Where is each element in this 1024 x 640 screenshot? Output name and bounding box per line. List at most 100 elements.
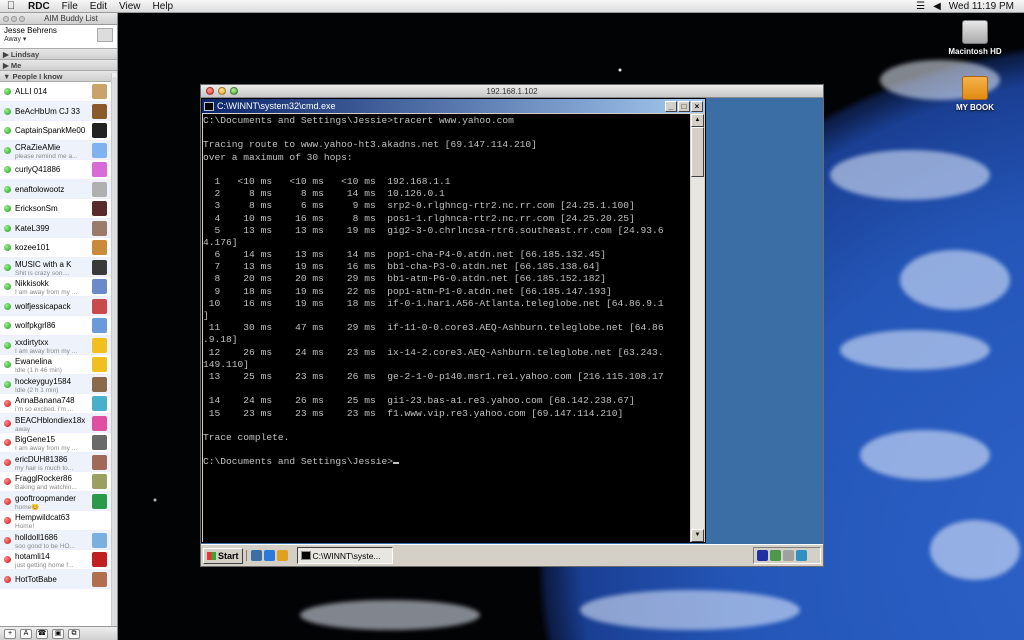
buddy-row[interactable]: BeAcHbUm CJ 33 bbox=[0, 101, 117, 121]
my-status[interactable]: Jesse Behrens Away ▾ bbox=[0, 25, 117, 49]
desktop-icon[interactable] bbox=[250, 550, 262, 561]
wifi-icon[interactable]: ☰ bbox=[916, 1, 925, 12]
console-line: 10 16 ms 19 ms 18 ms if-0-1.har1.A56-Atl… bbox=[203, 297, 664, 309]
buddy-name: CaptainSpankMe00 bbox=[15, 126, 86, 135]
buddy-row[interactable]: xxdirtytxx I am away from my ... bbox=[0, 335, 117, 355]
cmd-minimize-button[interactable]: _ bbox=[665, 100, 677, 112]
zoom-button[interactable] bbox=[230, 87, 238, 95]
menubar-clock[interactable]: Wed 11:19 PM bbox=[949, 1, 1014, 12]
buddy-avatar bbox=[92, 357, 107, 372]
group-lindsay[interactable]: ▶ Lindsay bbox=[0, 49, 117, 60]
buddy-row[interactable]: gooftroopmander home😊 bbox=[0, 491, 117, 511]
menu-edit[interactable]: Edit bbox=[84, 1, 113, 12]
cmd-icon[interactable] bbox=[204, 101, 214, 111]
presence-icon bbox=[4, 244, 11, 251]
buddy-row[interactable]: hotamli14 just getting home f... bbox=[0, 550, 117, 570]
buddy-name: ericDUH81386 bbox=[15, 454, 68, 464]
buddy-row[interactable]: CaptainSpankMe00 bbox=[0, 121, 117, 141]
buddy-name: MUSIC with a K bbox=[15, 259, 72, 269]
buddy-name: ALLI 014 bbox=[15, 87, 48, 96]
buddy-row[interactable]: enaftolowootz bbox=[0, 179, 117, 199]
buddy-row[interactable]: curlyQ41886 bbox=[0, 160, 117, 180]
console-scrollbar[interactable]: ▲ ▼ bbox=[691, 114, 704, 542]
cmd-restore-button[interactable]: □ bbox=[678, 100, 690, 112]
scroll-thumb[interactable] bbox=[691, 127, 704, 177]
messenger-icon[interactable] bbox=[796, 550, 807, 561]
console-line: Tracing route to www.yahoo-ht3.akadns.ne… bbox=[203, 139, 537, 151]
buddy-row[interactable]: BEACHblondiex18x away bbox=[0, 413, 117, 433]
buddy-avatar bbox=[92, 571, 107, 587]
buddy-icon[interactable] bbox=[97, 28, 113, 42]
add-buddy-button[interactable]: + bbox=[4, 629, 16, 639]
buddy-row[interactable]: CRaZieAMie please remind me a... bbox=[0, 140, 117, 160]
console-line: 4 10 ms 16 ms 8 ms pos1-1.rlghnca-rtr2.n… bbox=[203, 212, 635, 224]
buddy-row[interactable]: hockeyguy1584 Idle (2 h 1 min) bbox=[0, 374, 117, 394]
buddy-row[interactable]: kozee101 bbox=[0, 238, 117, 258]
buddy-row[interactable]: ericDUH81386 my hair is much to... bbox=[0, 452, 117, 472]
buddy-row[interactable]: MUSIC with a K Shit is crazy son.... bbox=[0, 257, 117, 277]
presence-icon bbox=[4, 166, 11, 173]
buddy-row[interactable]: KateL399 bbox=[0, 218, 117, 238]
buddy-list-titlebar[interactable]: AIM Buddy List bbox=[0, 13, 117, 25]
outlook-icon[interactable] bbox=[276, 550, 288, 561]
talk-button[interactable]: ☎ bbox=[36, 629, 48, 639]
group-me[interactable]: ▶ Me bbox=[0, 60, 117, 71]
rdc-titlebar[interactable]: 192.168.1.102 bbox=[201, 85, 823, 98]
console-output[interactable]: C:\Documents and Settings\Jessie>tracert… bbox=[203, 114, 690, 542]
presence-icon bbox=[4, 302, 11, 310]
buddy-name: FragglRocker86 bbox=[15, 474, 72, 483]
console-line: 4.176] bbox=[203, 236, 238, 248]
volume-icon[interactable]: ◀ bbox=[933, 1, 941, 12]
group-people-i-know[interactable]: ▼ People I know bbox=[0, 71, 117, 82]
scroll-down-arrow-icon[interactable]: ▼ bbox=[691, 529, 704, 542]
buddy-list-scrollbar[interactable] bbox=[111, 73, 117, 628]
console-line: 6 14 ms 13 ms 14 ms pop1-cha-P4-0.atdn.n… bbox=[203, 249, 607, 261]
im-button[interactable]: A bbox=[20, 629, 32, 639]
internet-explorer-icon[interactable] bbox=[263, 550, 275, 561]
taskbar-cmd-button[interactable]: C:\WINNT\syste... bbox=[296, 547, 393, 564]
buddy-name: Nikkisokk bbox=[15, 279, 49, 288]
scroll-up-arrow-icon[interactable]: ▲ bbox=[691, 114, 704, 127]
buddy-row[interactable]: BigGene15 I am away from my ... bbox=[0, 433, 117, 453]
buddy-row[interactable]: Ewanelina Idle (1 h 46 min) bbox=[0, 355, 117, 375]
cmd-titlebar[interactable]: C:\WINNT\system32\cmd.exe _ □ × bbox=[202, 99, 705, 113]
console-line: 12 26 ms 24 ms 23 ms ix-14-2.core3.AEQ-A… bbox=[203, 346, 664, 358]
buddy-row[interactable]: AnnaBanana748 i'm so excited. i'm ... bbox=[0, 394, 117, 414]
media-player-icon[interactable] bbox=[757, 550, 768, 561]
minimize-button[interactable] bbox=[218, 87, 226, 95]
close-button[interactable] bbox=[206, 87, 214, 95]
network-icon[interactable] bbox=[770, 550, 781, 561]
buddy-avatar bbox=[92, 318, 107, 333]
rdc-window-title: 192.168.1.102 bbox=[486, 87, 538, 96]
buddy-row[interactable]: Nikkisokk I am away from my ... bbox=[0, 277, 117, 297]
buddy-row[interactable]: FragglRocker86 Baking and watchin... bbox=[0, 472, 117, 492]
hard-drive-icon[interactable]: Macintosh HD bbox=[940, 20, 1010, 56]
menu-rdc[interactable]: RDC bbox=[22, 1, 56, 12]
menu-file[interactable]: File bbox=[56, 1, 84, 12]
buddy-row[interactable]: ALLI 014 bbox=[0, 82, 117, 102]
buddy-row[interactable]: HotTotBabe bbox=[0, 569, 117, 589]
apple-icon[interactable]:  bbox=[0, 0, 22, 12]
buddy-row[interactable]: Hempwildcat63 Home! bbox=[0, 511, 117, 531]
buddy-row[interactable]: wolfjessicapack bbox=[0, 296, 117, 316]
buddy-avatar bbox=[92, 259, 107, 275]
buddy-row[interactable]: holldoll1686 soo good to be HO... bbox=[0, 530, 117, 550]
buddy-name: KateL399 bbox=[15, 223, 50, 233]
start-button[interactable]: Start bbox=[203, 547, 243, 564]
buddy-avatar bbox=[92, 162, 107, 177]
buddy-avatar bbox=[92, 337, 107, 353]
buddy-row[interactable]: EricksonSm bbox=[0, 199, 117, 219]
window-title: AIM Buddy List bbox=[44, 14, 98, 23]
console-line: 7 13 ms 19 ms 16 ms bb1-cha-P3-0.atdn.ne… bbox=[203, 261, 601, 273]
console-line: over a maximum of 30 hops: bbox=[203, 151, 353, 163]
chat-button[interactable]: ⧉ bbox=[68, 629, 80, 639]
menu-view[interactable]: View bbox=[113, 1, 147, 12]
buddy-name: gooftroopmander bbox=[15, 493, 76, 503]
video-button[interactable]: ▣ bbox=[52, 629, 64, 639]
volume-icon[interactable] bbox=[783, 550, 794, 561]
buddy-row[interactable]: wolfpkgrl86 bbox=[0, 316, 117, 336]
menu-help[interactable]: Help bbox=[147, 1, 180, 12]
cmd-close-button[interactable]: × bbox=[691, 100, 703, 112]
external-drive-icon[interactable]: MY BOOK bbox=[940, 76, 1010, 112]
buddy-name: BigGene15 bbox=[15, 435, 56, 444]
